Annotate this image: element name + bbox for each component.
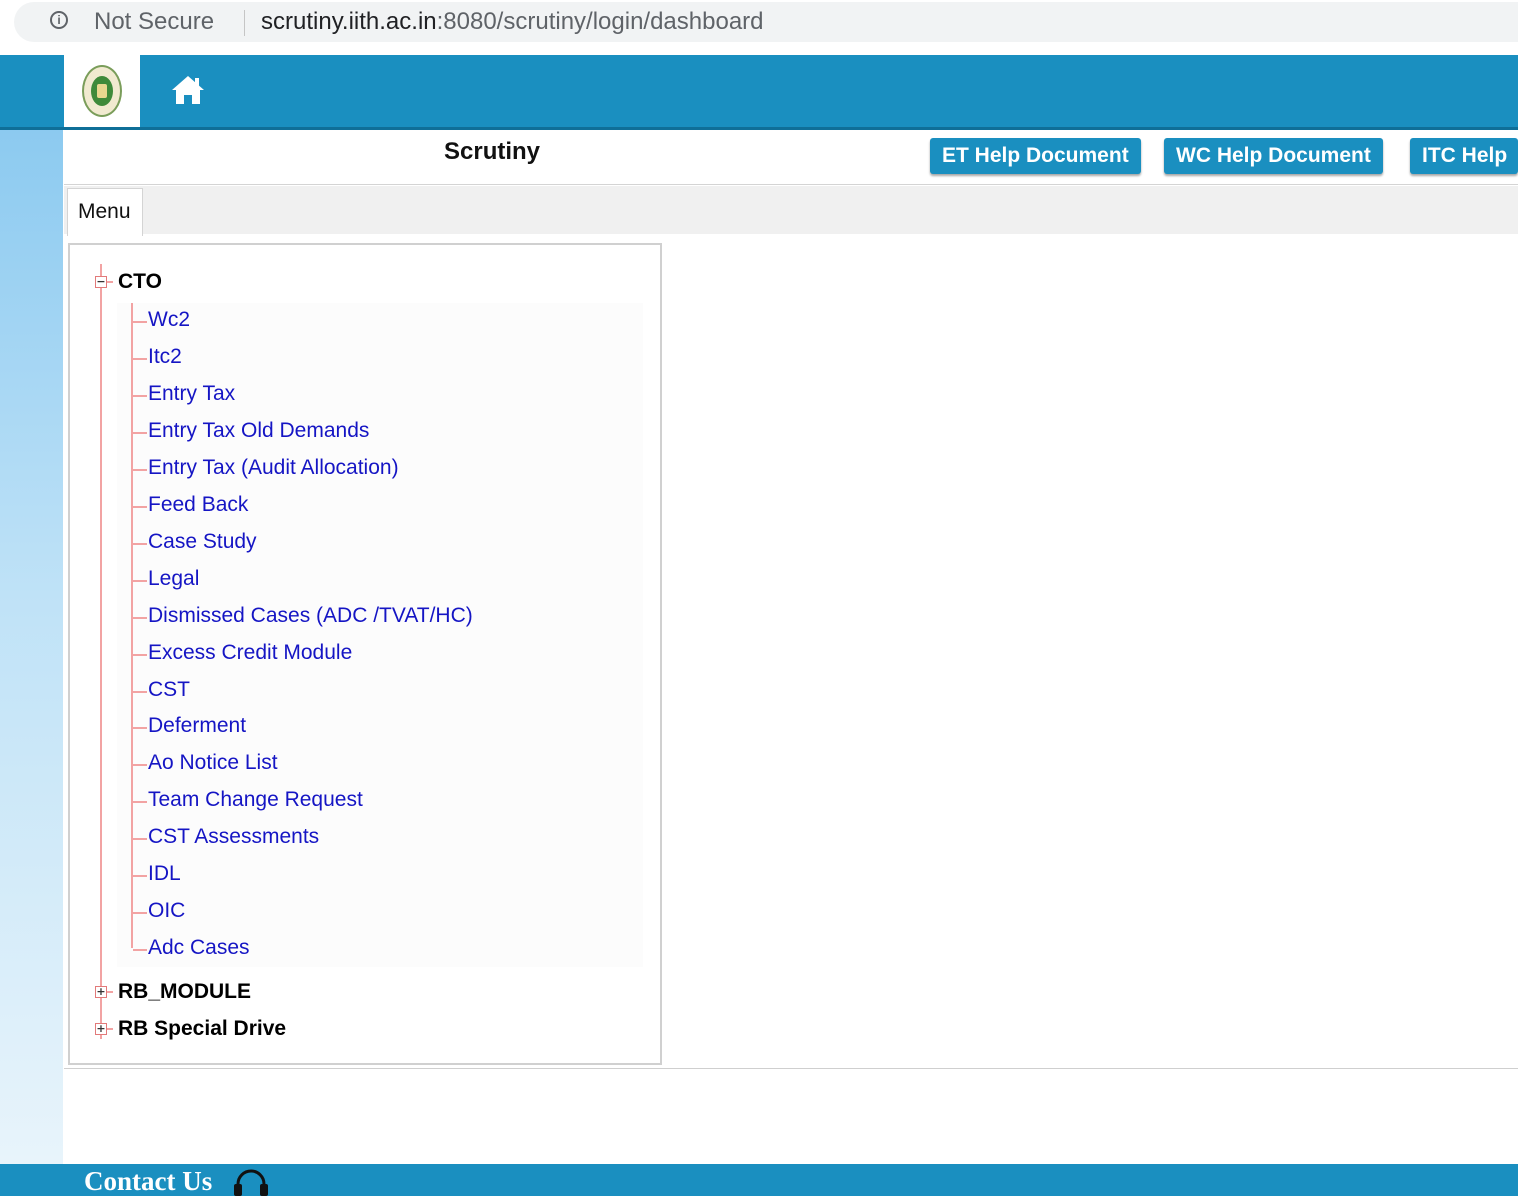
state-emblem-logo: [82, 65, 122, 117]
tree-branch: [133, 395, 147, 397]
tree-leaf-link[interactable]: CST: [148, 678, 190, 702]
tab-strip: Menu: [64, 186, 1518, 236]
tree-leaf-link[interactable]: Itc2: [148, 345, 182, 369]
tree-branch: [107, 281, 113, 283]
tree-leaf-link[interactable]: Adc Cases: [148, 936, 250, 960]
tree-branch: [107, 991, 113, 993]
headset-icon[interactable]: [230, 1168, 272, 1196]
itc-help-button[interactable]: ITC Help: [1410, 138, 1518, 174]
tree-branch: [133, 654, 147, 656]
tree-branch: [133, 838, 147, 840]
tree-leaf-link[interactable]: Team Change Request: [148, 788, 363, 812]
left-gradient-strip: [0, 128, 63, 1164]
tree-branch: [133, 801, 147, 803]
tree-root-connector: [100, 264, 102, 1039]
footer-bar: Contact Us: [0, 1164, 1518, 1196]
tree-leaf-link[interactable]: Feed Back: [148, 493, 248, 517]
tree-leaf-link[interactable]: Excess Credit Module: [148, 641, 352, 665]
title-bar: Scrutiny ET Help Document WC Help Docume…: [64, 130, 1518, 185]
address-separator: [244, 10, 245, 36]
tree-branch: [133, 727, 147, 729]
tree-branch: [133, 875, 147, 877]
expand-toggle-icon[interactable]: +: [95, 1023, 107, 1035]
security-label[interactable]: Not Secure: [94, 8, 214, 36]
logo-container[interactable]: [64, 55, 140, 127]
tree-leaf-link[interactable]: Ao Notice List: [148, 751, 278, 775]
address-field[interactable]: i Not Secure scrutiny.iith.ac.in:8080/sc…: [14, 2, 1518, 42]
tree-branch: [133, 321, 147, 323]
wc-help-document-button[interactable]: WC Help Document: [1164, 138, 1383, 174]
tree-root-rb-module[interactable]: RB_MODULE: [118, 980, 251, 1004]
tree-leaf-link[interactable]: IDL: [148, 862, 181, 886]
tree-branch: [133, 912, 147, 914]
tree-branch: [133, 764, 147, 766]
tree-leaf-link[interactable]: Entry Tax (Audit Allocation): [148, 456, 399, 480]
collapse-toggle-icon[interactable]: −: [95, 276, 107, 288]
url-path: :8080/scrutiny/login/dashboard: [436, 8, 764, 35]
et-help-document-button[interactable]: ET Help Document: [930, 138, 1141, 174]
tree-branch: [133, 506, 147, 508]
top-header-bar: [0, 55, 1518, 130]
page-title: Scrutiny: [444, 138, 541, 165]
tree-branch: [107, 1028, 113, 1030]
tree-root-rb-special-drive[interactable]: RB Special Drive: [118, 1017, 286, 1041]
url-host: scrutiny.iith.ac.in: [261, 8, 437, 35]
home-icon[interactable]: [170, 73, 206, 107]
contact-us-link[interactable]: Contact Us: [84, 1166, 212, 1197]
tree-leaf-link[interactable]: Entry Tax: [148, 382, 235, 406]
tree-branch: [133, 543, 147, 545]
tree-leaf-link[interactable]: Entry Tax Old Demands: [148, 419, 369, 443]
url-text[interactable]: scrutiny.iith.ac.in:8080/scrutiny/login/…: [261, 8, 764, 36]
info-icon[interactable]: i: [50, 11, 68, 29]
tree-leaf-link[interactable]: OIC: [148, 899, 185, 923]
tab-menu[interactable]: Menu: [67, 188, 143, 236]
tree-leaf-link[interactable]: Legal: [148, 567, 199, 591]
tree-leaf-link[interactable]: Dismissed Cases (ADC /TVAT/HC): [148, 604, 473, 628]
tree-leaf-link[interactable]: Wc2: [148, 308, 190, 332]
tree-branch: [133, 469, 147, 471]
tree-branch: [133, 358, 147, 360]
tree-branch: [133, 949, 147, 951]
tree-leaf-link[interactable]: CST Assessments: [148, 825, 319, 849]
tree-child-connector: [131, 303, 133, 948]
tree-branch: [133, 432, 147, 434]
expand-toggle-icon[interactable]: +: [95, 986, 107, 998]
tree-branch: [133, 617, 147, 619]
tree-leaf-link[interactable]: Case Study: [148, 530, 257, 554]
tree-branch: [133, 580, 147, 582]
tree-leaf-link[interactable]: Deferment: [148, 714, 246, 738]
browser-address-bar: i Not Secure scrutiny.iith.ac.in:8080/sc…: [0, 0, 1518, 45]
tree-root-cto[interactable]: CTO: [118, 270, 162, 294]
tree-branch: [133, 691, 147, 693]
